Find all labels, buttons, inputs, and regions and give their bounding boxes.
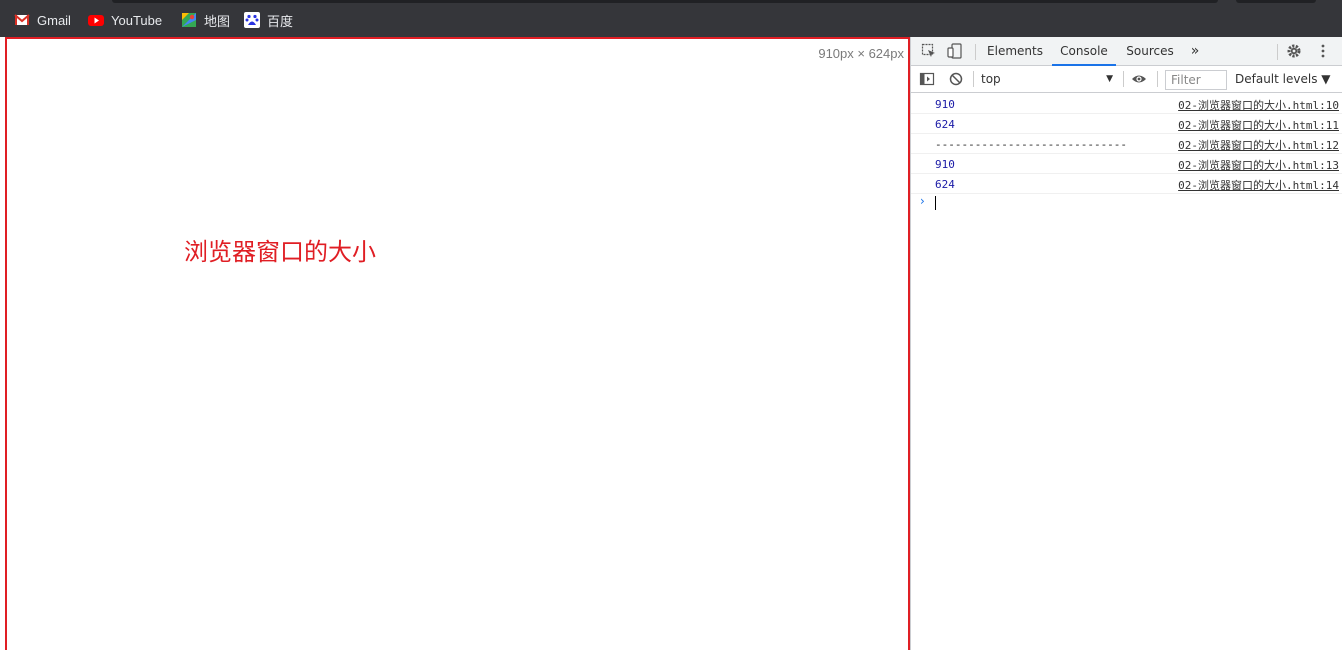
toolbar-divider xyxy=(1123,71,1124,87)
tab-strip-edge-right xyxy=(1236,0,1316,3)
bookmark-baidu[interactable]: 百度 xyxy=(244,10,293,30)
tab-elements[interactable]: Elements xyxy=(984,37,1046,66)
log-source-link[interactable]: 02-浏览器窗口的大小.html:13 xyxy=(1178,157,1339,173)
bookmark-label: 地图 xyxy=(204,13,231,29)
eye-icon[interactable] xyxy=(1131,71,1147,87)
bookmarks-bar: Gmail YouTube 地图 百度 xyxy=(0,0,1342,37)
inspect-element-icon[interactable] xyxy=(921,43,937,59)
bookmark-label: 百度 xyxy=(267,13,294,29)
devtools-panel: Elements Console Sources » top ▼ Filter … xyxy=(910,37,1342,650)
log-source-link[interactable]: 02-浏览器窗口的大小.html:11 xyxy=(1178,117,1339,133)
log-message: 624 xyxy=(935,118,955,131)
filter-input[interactable]: Filter xyxy=(1165,70,1227,90)
console-log-entry: 624 02-浏览器窗口的大小.html:14 xyxy=(911,174,1342,194)
console-prompt-icon: › xyxy=(920,194,925,208)
tab-strip-edge xyxy=(112,0,1218,3)
console-log-entry: 910 02-浏览器窗口的大小.html:10 xyxy=(911,94,1342,114)
log-source-link[interactable]: 02-浏览器窗口的大小.html:10 xyxy=(1178,97,1339,113)
log-source-link[interactable]: 02-浏览器窗口的大小.html:12 xyxy=(1178,137,1339,153)
devtools-tab-bar: Elements Console Sources » xyxy=(911,37,1342,66)
more-options-icon[interactable] xyxy=(1315,43,1331,59)
dropdown-arrow-icon: ▼ xyxy=(1106,74,1113,84)
page-heading: 浏览器窗口的大小 xyxy=(184,238,376,266)
bookmark-label: YouTube xyxy=(111,12,163,28)
page-viewport: 910px × 624px 浏览器窗口的大小 xyxy=(5,37,910,650)
console-log-entry: 624 02-浏览器窗口的大小.html:11 xyxy=(911,114,1342,134)
log-message: 910 xyxy=(935,98,955,111)
log-message: ----------------------------- xyxy=(935,138,1128,151)
context-select[interactable]: top ▼ xyxy=(981,70,1113,89)
log-message: 910 xyxy=(935,158,955,171)
gmail-icon xyxy=(14,14,30,25)
console-log-entry: ----------------------------- 02-浏览器窗口的大… xyxy=(911,134,1342,154)
bookmark-maps[interactable]: 地图 xyxy=(181,10,230,30)
bookmark-gmail[interactable]: Gmail xyxy=(14,10,71,30)
toolbar-divider xyxy=(1157,71,1158,87)
tab-console[interactable]: Console xyxy=(1052,37,1116,66)
baidu-icon xyxy=(244,12,260,28)
clear-console-icon[interactable] xyxy=(948,71,964,87)
console-log-entry: 910 02-浏览器窗口的大小.html:13 xyxy=(911,154,1342,174)
log-source-link[interactable]: 02-浏览器窗口的大小.html:14 xyxy=(1178,177,1339,193)
console-input[interactable] xyxy=(935,196,936,210)
maps-icon xyxy=(182,13,196,27)
console-toolbar: top ▼ Filter Default levels ▼ xyxy=(911,66,1342,93)
toolbar-divider xyxy=(973,71,974,87)
viewport-size-overlay: 910px × 624px xyxy=(818,46,904,61)
bookmark-youtube[interactable]: YouTube xyxy=(88,10,162,30)
log-message: 624 xyxy=(935,178,955,191)
context-value: top xyxy=(981,72,1001,86)
log-levels-select[interactable]: Default levels ▼ xyxy=(1235,70,1331,89)
sidebar-toggle-icon[interactable] xyxy=(919,71,935,87)
gear-icon[interactable] xyxy=(1286,43,1302,59)
toolbar-divider xyxy=(1277,44,1278,60)
bookmark-label: Gmail xyxy=(37,12,71,28)
tab-sources[interactable]: Sources xyxy=(1121,37,1179,66)
toolbar-divider xyxy=(975,44,976,60)
youtube-icon xyxy=(88,15,104,26)
more-tabs-button[interactable]: » xyxy=(1185,37,1205,66)
device-toolbar-icon[interactable] xyxy=(947,43,963,59)
